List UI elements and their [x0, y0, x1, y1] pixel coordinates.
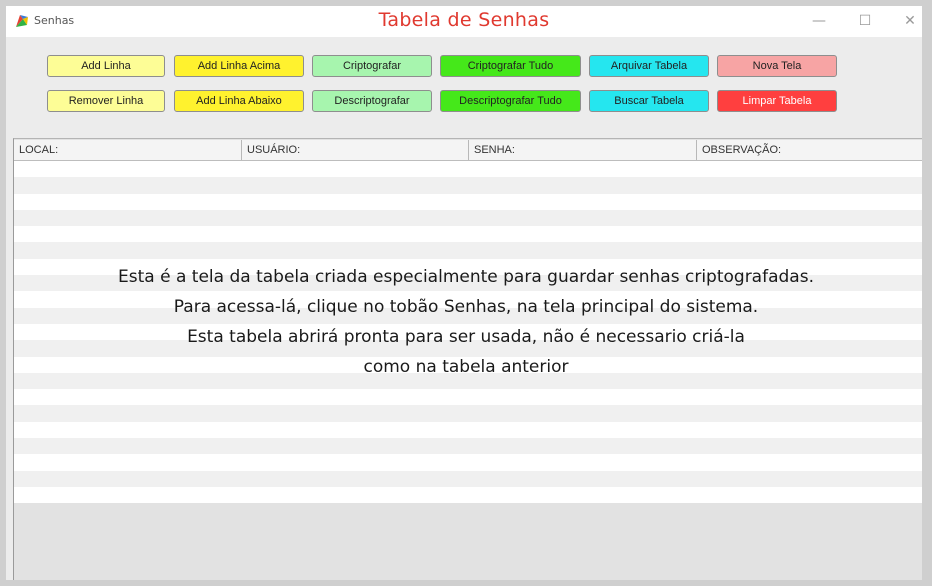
- table-row[interactable]: [14, 421, 922, 439]
- column-header-observacao[interactable]: OBSERVAÇÃO:: [697, 140, 922, 160]
- limpar-tabela-button[interactable]: Limpar Tabela: [717, 90, 837, 112]
- table-row[interactable]: [14, 438, 922, 455]
- column-header-usuario[interactable]: USUÁRIO:: [242, 140, 469, 160]
- page-title: Tabela de Senhas: [378, 9, 550, 31]
- add-linha-acima-button[interactable]: Add Linha Acima: [174, 55, 304, 77]
- table-row[interactable]: [14, 193, 922, 210]
- table-row[interactable]: [14, 209, 922, 227]
- caption-line: Esta é a tela da tabela criada especialm…: [118, 267, 814, 287]
- column-header-local[interactable]: LOCAL:: [14, 140, 242, 160]
- descriptografar-tudo-button[interactable]: Descriptografar Tudo: [440, 90, 581, 112]
- caption-line: Para acessa-lá, clique no tobão Senhas, …: [173, 297, 759, 317]
- table-row[interactable]: [14, 454, 922, 471]
- descriptografar-button[interactable]: Descriptografar: [312, 90, 432, 112]
- table-row[interactable]: [14, 470, 922, 487]
- add-linha-abaixo-button[interactable]: Add Linha Abaixo: [174, 90, 304, 112]
- criptografar-tudo-button[interactable]: Criptografar Tudo: [440, 55, 581, 77]
- table-row[interactable]: [14, 226, 922, 243]
- table-row[interactable]: [14, 177, 922, 194]
- criptografar-button[interactable]: Criptografar: [312, 55, 432, 77]
- buscar-tabela-button[interactable]: Buscar Tabela: [589, 90, 709, 112]
- table-row[interactable]: [14, 405, 922, 422]
- add-linha-button[interactable]: Add Linha: [47, 55, 165, 77]
- title-bar: Senhas Tabela de Senhas — ☐ ✕: [6, 6, 922, 37]
- table-row[interactable]: [14, 242, 922, 259]
- remover-linha-button[interactable]: Remover Linha: [47, 90, 165, 112]
- table-row[interactable]: [14, 161, 922, 178]
- table-header: LOCAL: USUÁRIO: SENHA: OBSERVAÇÃO:: [14, 140, 922, 161]
- close-button[interactable]: ✕: [898, 12, 922, 30]
- table-row[interactable]: [14, 389, 922, 406]
- caption-line: Esta tabela abrirá pronta para ser usada…: [187, 327, 745, 347]
- minimize-button[interactable]: —: [807, 12, 831, 30]
- table-row[interactable]: [14, 486, 922, 504]
- maximize-button[interactable]: ☐: [853, 12, 877, 30]
- caption-line: como na tabela anterior: [363, 357, 569, 377]
- caption-overlay: Esta é a tela da tabela criada especialm…: [0, 262, 932, 382]
- arquivar-tabela-button[interactable]: Arquivar Tabela: [589, 55, 709, 77]
- column-header-senha[interactable]: SENHA:: [469, 140, 697, 160]
- nova-tela-button[interactable]: Nova Tela: [717, 55, 837, 77]
